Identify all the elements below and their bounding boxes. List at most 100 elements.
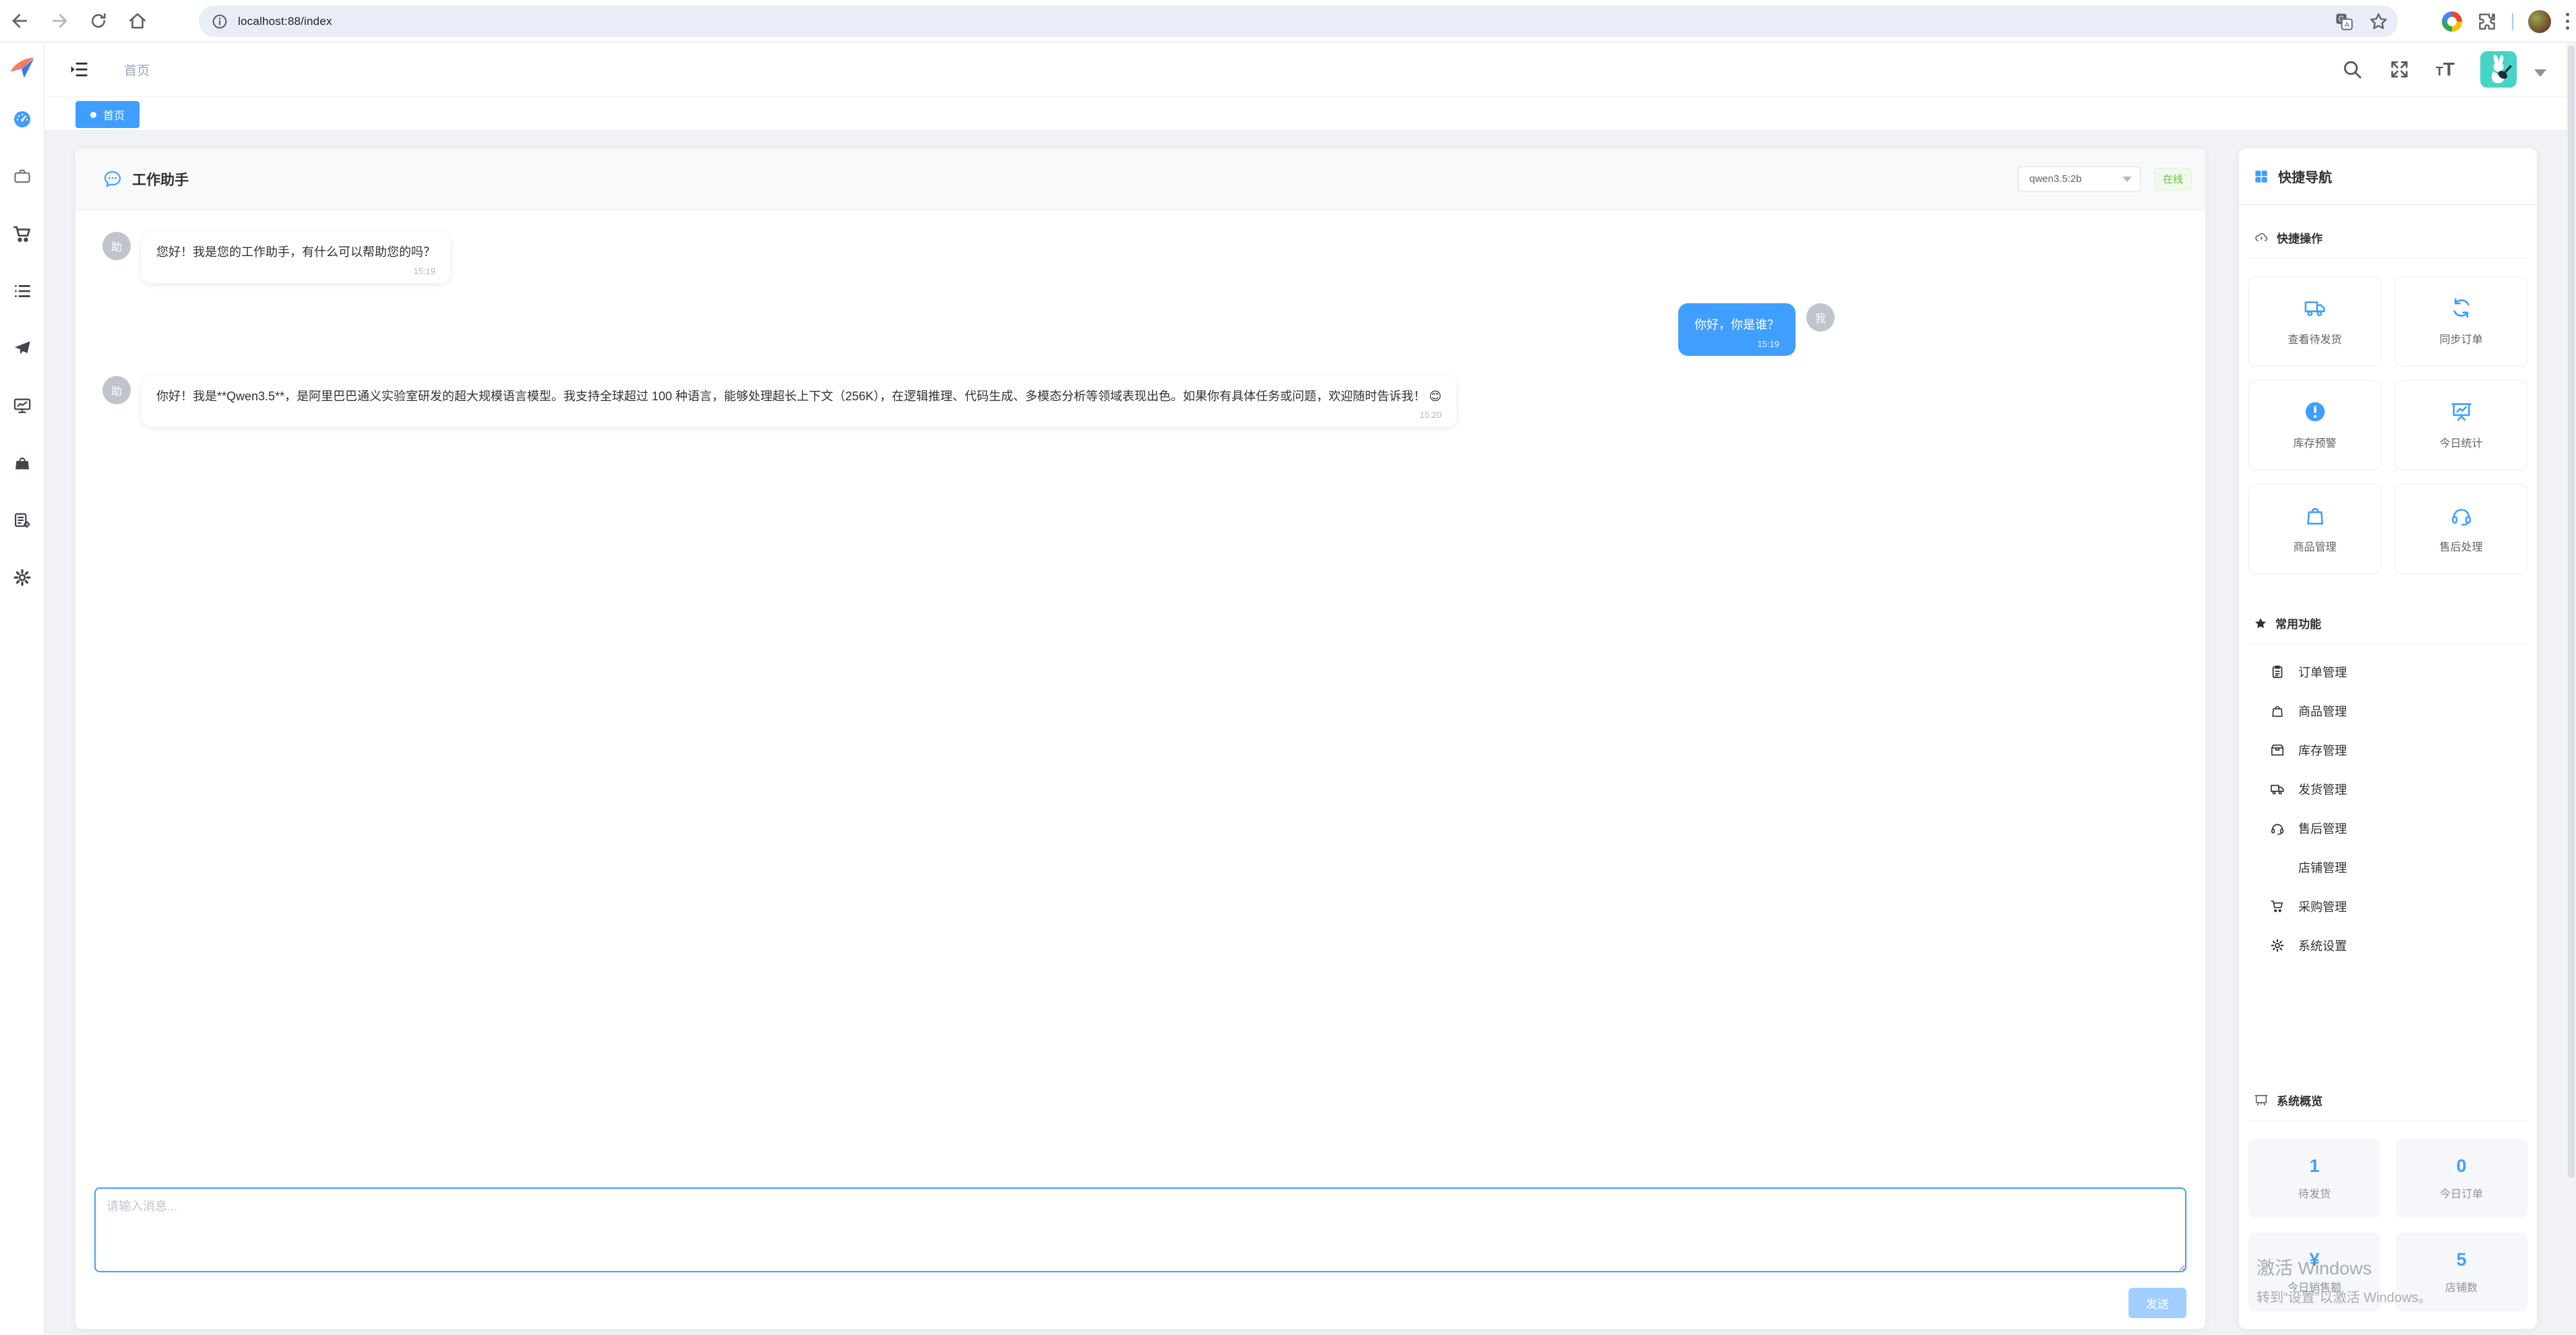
common-functions-head: 常用功能 (2248, 602, 2527, 644)
address-bar[interactable]: localhost:88/index GA (199, 5, 2398, 37)
page-scrollbar[interactable] (2567, 43, 2576, 1335)
browser-profile-avatar[interactable] (2528, 10, 2551, 33)
stat-label: 店铺数 (2445, 1278, 2478, 1295)
chat-title: 工作助手 (132, 169, 189, 189)
chart-board-icon (2450, 400, 2473, 423)
back-icon[interactable] (5, 6, 35, 36)
user-message-row: 你好，你是谁？ 15:19 我 (102, 303, 1835, 356)
fn-shop-management[interactable]: 店铺管理 (2248, 848, 2527, 887)
sidebar-item-list[interactable] (0, 262, 44, 319)
fn-label: 系统设置 (2298, 937, 2347, 954)
message-time: 15:19 (156, 266, 435, 276)
quick-actions-grid: 查看待发货 同步订单 库存预警 今日统计 商品管理 (2248, 276, 2527, 574)
cart-icon (2270, 899, 2285, 914)
url-text[interactable]: localhost:88/index (238, 15, 332, 28)
action-label: 商品管理 (2293, 538, 2336, 554)
sidebar-item-briefcase[interactable] (0, 148, 44, 205)
site-info-icon[interactable] (211, 13, 228, 30)
user-bubble: 你好，你是谁？ 15:19 (1678, 303, 1796, 356)
action-today-stats[interactable]: 今日统计 (2395, 380, 2527, 470)
grid-icon (2254, 169, 2269, 184)
model-select[interactable]: qwen3.5:2b (2018, 166, 2141, 192)
fn-label: 售后管理 (2298, 819, 2347, 837)
message-time: 15:19 (1694, 339, 1779, 349)
extensions-puzzle-icon[interactable] (2477, 11, 2497, 32)
action-inventory-alert[interactable]: 库存预警 (2248, 380, 2381, 470)
bookmark-star-icon[interactable] (2368, 11, 2389, 32)
translate-icon[interactable]: GA (2335, 12, 2354, 31)
font-size-icon[interactable]: TT (2436, 60, 2455, 79)
action-after-sales[interactable]: 售后处理 (2395, 484, 2527, 574)
stat-today-sales: ¥ 今日销售额 (2248, 1233, 2381, 1311)
toolbar-divider (2512, 13, 2513, 30)
tab-active-dot (90, 112, 96, 118)
fullscreen-icon[interactable] (2389, 59, 2410, 80)
truck-icon (2304, 297, 2327, 319)
action-label: 同步订单 (2439, 330, 2482, 346)
stat-pending-shipment: 1 待发货 (2248, 1139, 2381, 1218)
fn-order-management[interactable]: 订单管理 (2248, 652, 2527, 691)
sidebar-item-cart[interactable] (0, 205, 44, 262)
chat-input-zone: 发送 (75, 1187, 2205, 1329)
sidebar-item-dashboard[interactable] (0, 90, 44, 148)
fn-system-settings[interactable]: 系统设置 (2248, 926, 2527, 965)
functions-list: 订单管理 商品管理 库存管理 发货管理 (2248, 652, 2527, 965)
stat-label: 今日订单 (2440, 1185, 2483, 1201)
action-label: 售后处理 (2439, 538, 2482, 554)
scrollbar-thumb[interactable] (2568, 46, 2575, 1178)
fn-label: 订单管理 (2298, 663, 2347, 681)
sidebar-item-order-settings[interactable] (0, 491, 44, 549)
bag-icon (2270, 704, 2285, 718)
tab-home[interactable]: 首页 (75, 101, 140, 128)
browser-toolbar: localhost:88/index GA (0, 0, 2576, 42)
chat-header: 工作助手 qwen3.5:2b 在线 (75, 148, 2205, 210)
fn-label: 发货管理 (2298, 780, 2347, 798)
user-avatar[interactable] (2480, 51, 2517, 88)
action-sync-orders[interactable]: 同步订单 (2395, 276, 2527, 367)
select-caret-icon (2122, 177, 2132, 182)
fn-aftersales-management[interactable]: 售后管理 (2248, 809, 2527, 848)
stat-value: 5 (2456, 1249, 2466, 1270)
truck-icon (2270, 782, 2285, 797)
action-product-management[interactable]: 商品管理 (2248, 484, 2381, 574)
home-icon[interactable] (123, 6, 152, 36)
assistant-avatar: 助 (102, 232, 131, 260)
sidebar-item-bag[interactable] (0, 434, 44, 491)
star-icon (2254, 617, 2267, 630)
system-overview-head: 系统概览 (2248, 1080, 2527, 1121)
svg-text:A: A (2345, 20, 2350, 28)
extension-colorful-icon[interactable] (2442, 11, 2462, 32)
fn-purchase-management[interactable]: 采购管理 (2248, 887, 2527, 926)
chat-bubble-icon (102, 169, 123, 189)
system-overview-title: 系统概览 (2277, 1092, 2323, 1109)
chevron-down-icon[interactable] (2534, 69, 2546, 77)
message-input[interactable] (94, 1187, 2186, 1272)
forward-icon[interactable] (44, 6, 74, 36)
breadcrumb[interactable]: 首页 (124, 61, 150, 79)
reload-icon[interactable] (84, 6, 113, 36)
fn-shipping-management[interactable]: 发货管理 (2248, 770, 2527, 809)
action-label: 库存预警 (2293, 434, 2336, 450)
main-content: 工作助手 qwen3.5:2b 在线 助 您好！我是您的工作助手，有什么可以帮助… (44, 131, 2567, 1335)
assistant-message-row: 助 您好！我是您的工作助手，有什么可以帮助您的吗？ 15:19 (102, 232, 1835, 283)
chat-messages[interactable]: 助 您好！我是您的工作助手，有什么可以帮助您的吗？ 15:19 你好，你是谁？ … (75, 210, 1862, 1187)
no-icon (2270, 860, 2285, 875)
fn-inventory-management[interactable]: 库存管理 (2248, 731, 2527, 770)
bag-icon (2304, 504, 2327, 527)
sidebar-item-settings[interactable] (0, 549, 44, 606)
quick-nav-title: 快捷导航 (2278, 166, 2332, 186)
sync-icon (2450, 297, 2473, 319)
quick-actions-head: 快捷操作 (2248, 217, 2527, 259)
sidebar-item-send[interactable] (0, 319, 44, 377)
fn-product-management[interactable]: 商品管理 (2248, 691, 2527, 731)
message-time: 15:20 (156, 410, 1442, 420)
stats-grid: 1 待发货 0 今日订单 ¥ 今日销售额 5 店铺数 (2248, 1139, 2527, 1311)
box-icon (2270, 743, 2285, 757)
action-view-pending-shipments[interactable]: 查看待发货 (2248, 276, 2381, 367)
sidebar-item-monitor-chart[interactable] (0, 377, 44, 434)
fn-label: 商品管理 (2298, 702, 2347, 720)
send-button[interactable]: 发送 (2128, 1288, 2186, 1318)
sidebar-toggle-icon[interactable] (69, 59, 89, 80)
browser-menu-icon[interactable] (2566, 13, 2569, 30)
search-icon[interactable] (2341, 59, 2363, 80)
